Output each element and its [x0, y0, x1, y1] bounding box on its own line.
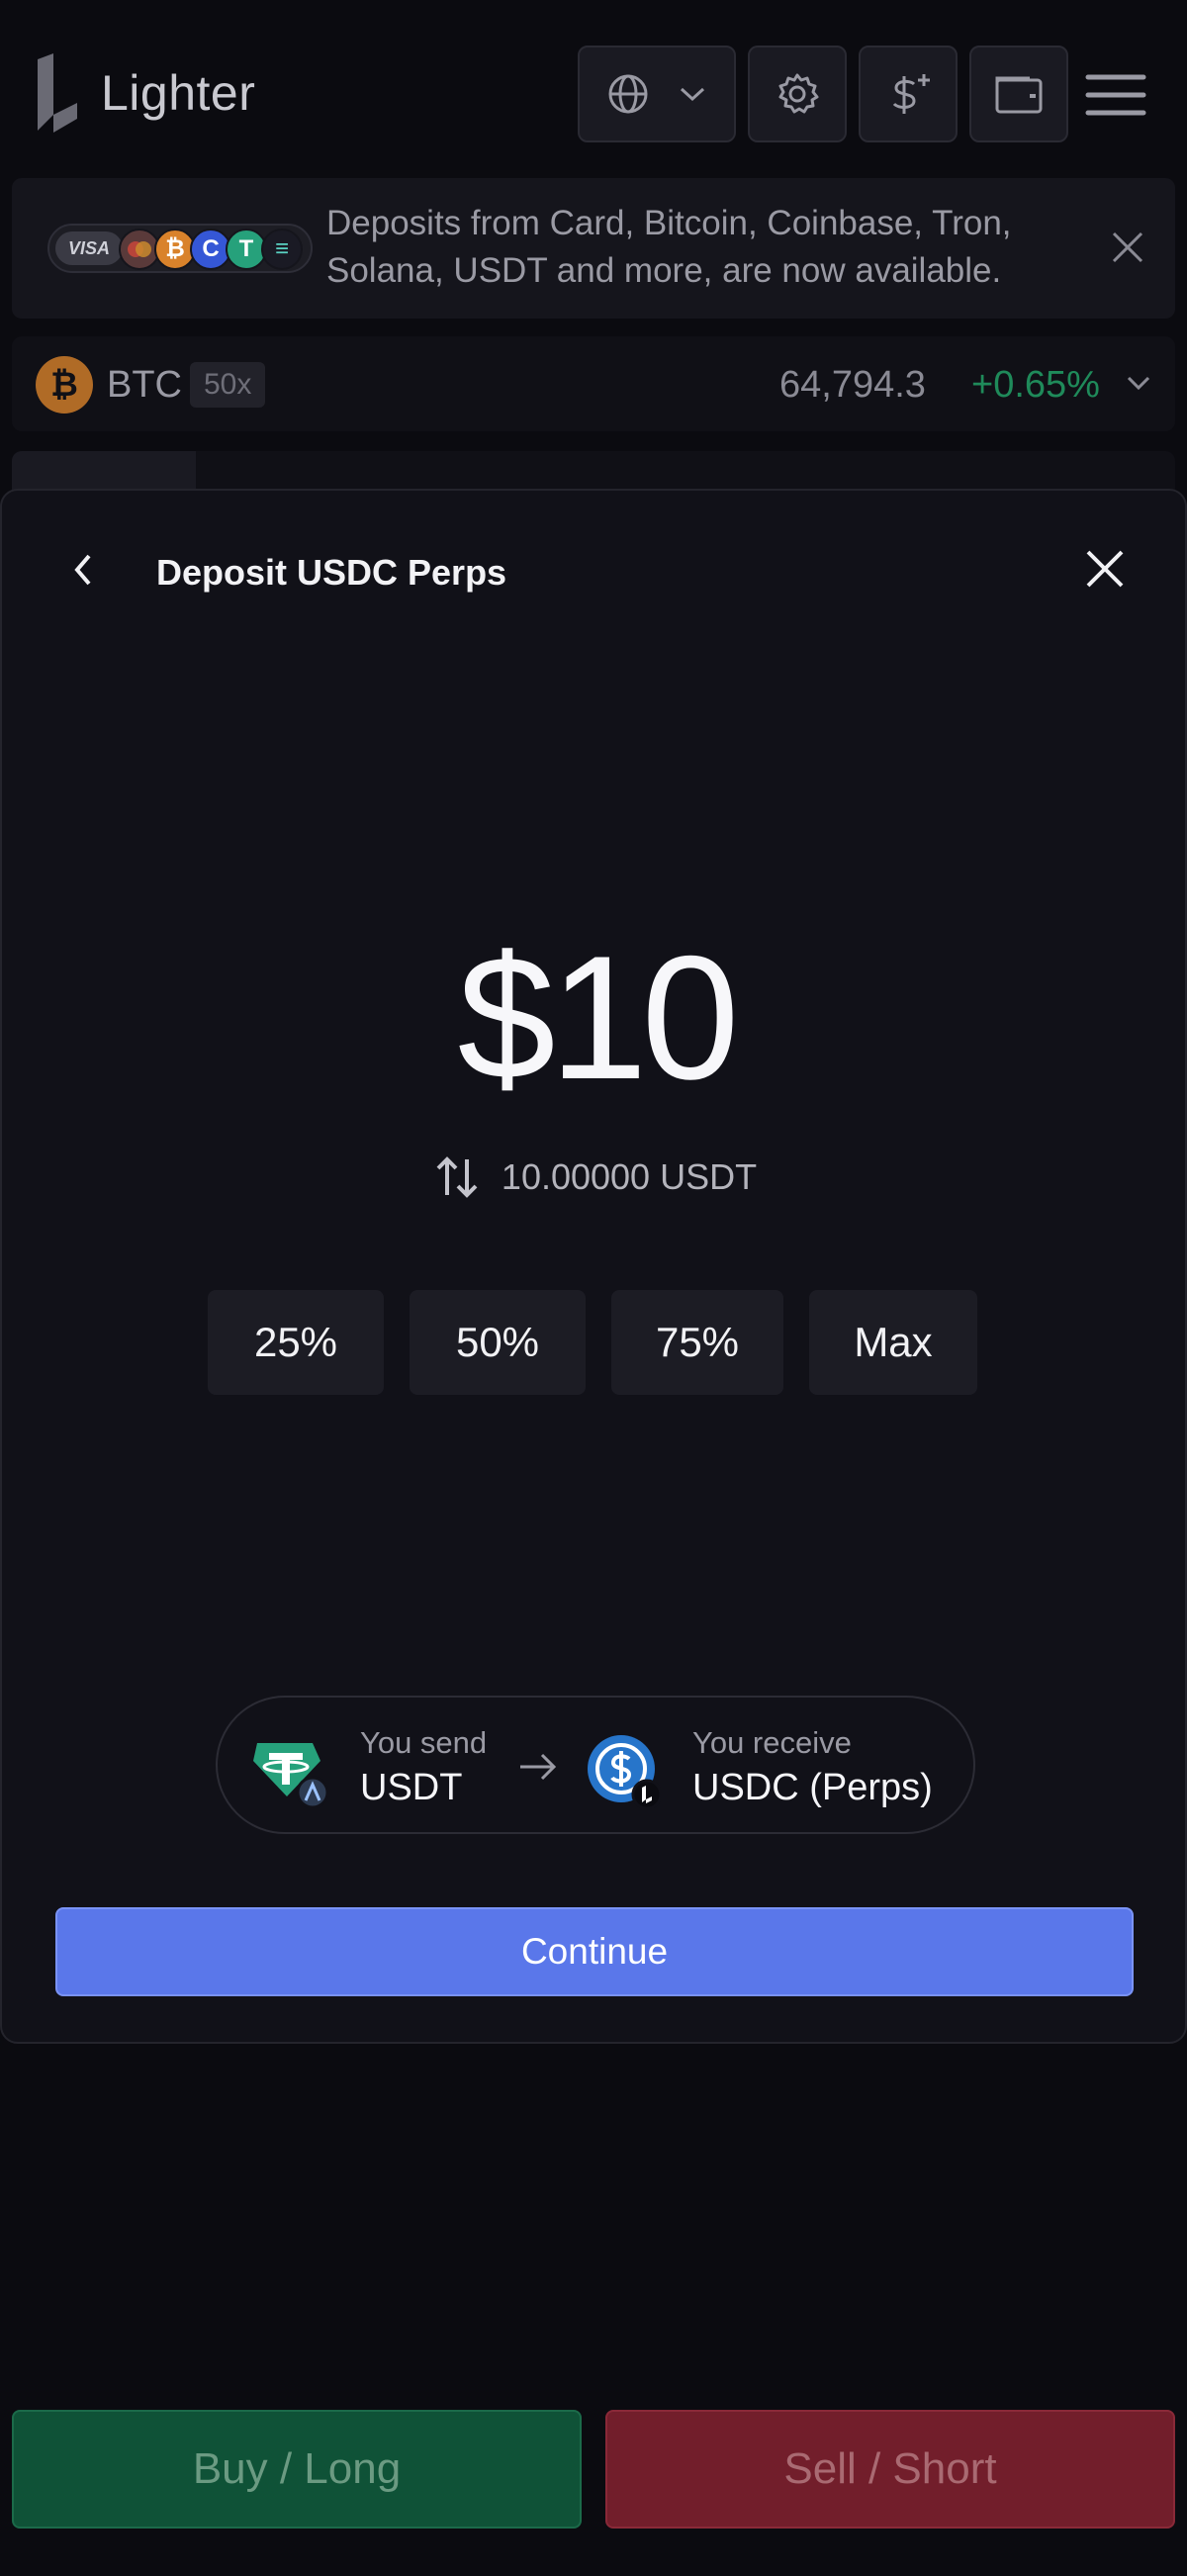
modal-close-button[interactable]	[1080, 544, 1130, 598]
chevron-down-icon	[1127, 376, 1150, 391]
deposit-methods-banner: VISA ₿ C T ≡ Deposits from Card, Bitcoin…	[12, 178, 1175, 319]
deposit-button[interactable]	[859, 46, 958, 142]
percent-75-button[interactable]: 75%	[611, 1290, 783, 1395]
logo-text: Lighter	[101, 65, 256, 121]
price-change: +0.65%	[971, 364, 1100, 406]
language-button[interactable]	[578, 46, 736, 142]
market-selector[interactable]: ₿ BTC 50x 64,794.3 +0.65%	[12, 336, 1175, 431]
percent-50-button[interactable]: 50%	[410, 1290, 586, 1395]
percent-25-button[interactable]: 25%	[208, 1290, 384, 1395]
modal-title: Deposit USDC Perps	[156, 552, 507, 593]
chevron-left-icon	[74, 554, 91, 586]
max-button[interactable]: Max	[809, 1290, 977, 1395]
globe-icon	[608, 74, 648, 114]
deposit-modal: Deposit USDC Perps $10 10.00000 USDT 25%…	[0, 489, 1187, 2044]
market-symbol: BTC	[107, 364, 182, 406]
menu-button[interactable]	[1084, 71, 1147, 124]
deposit-amount[interactable]: $10	[2, 916, 1187, 1119]
logo[interactable]: Lighter	[34, 53, 255, 133]
send-token: USDT	[360, 1767, 463, 1808]
conversion-toggle[interactable]: 10.00000 USDT	[2, 1155, 1187, 1199]
usdc-token-icon	[588, 1735, 661, 1808]
conversion-amount: 10.00000 USDT	[501, 1156, 758, 1197]
market-price: 64,794.3	[779, 364, 926, 406]
wallet-button[interactable]	[969, 46, 1068, 142]
arrow-right-icon	[520, 1753, 557, 1781]
gear-icon	[778, 73, 819, 114]
lighter-logo-icon	[34, 53, 81, 133]
dollar-plus-icon	[892, 74, 930, 114]
deposit-route: You send USDT You receive USDC (Perps)	[216, 1696, 975, 1834]
close-icon	[1112, 231, 1143, 263]
settings-button[interactable]	[748, 46, 847, 142]
top-header: Lighter	[0, 0, 1187, 178]
payment-methods-icons: VISA ₿ C T ≡	[47, 224, 313, 273]
leverage-badge: 50x	[190, 362, 266, 408]
banner-text: Deposits from Card, Bitcoin, Coinbase, T…	[326, 204, 1012, 290]
receive-token: USDC (Perps)	[692, 1767, 933, 1808]
close-icon	[1086, 550, 1124, 588]
wallet-icon	[995, 76, 1043, 114]
receive-label: You receive	[692, 1725, 852, 1760]
back-button[interactable]	[65, 550, 101, 595]
percent-buttons: 25% 50% 75% Max	[208, 1290, 977, 1395]
visa-icon: VISA	[55, 231, 123, 265]
sell-short-button[interactable]: Sell / Short	[605, 2410, 1175, 2529]
buy-long-button[interactable]: Buy / Long	[12, 2410, 582, 2529]
swap-vertical-icon	[436, 1156, 478, 1198]
send-label: You send	[360, 1725, 488, 1760]
solana-icon: ≡	[261, 229, 303, 270]
chevron-down-icon	[680, 87, 705, 102]
continue-button[interactable]: Continue	[55, 1907, 1134, 1996]
tether-token-icon	[253, 1743, 328, 1808]
banner-close-button[interactable]	[1110, 230, 1145, 270]
bitcoin-icon: ₿	[36, 356, 93, 414]
hamburger-menu-icon	[1085, 74, 1146, 116]
